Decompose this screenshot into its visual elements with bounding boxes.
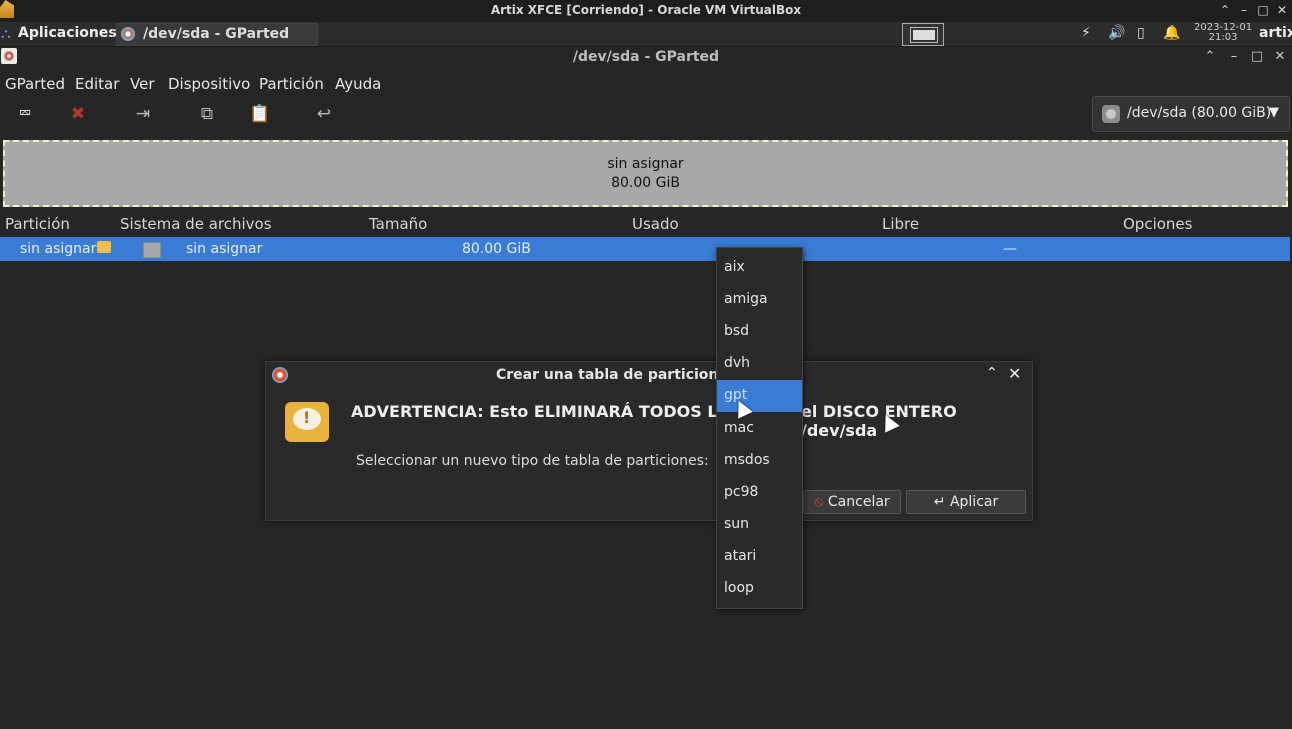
row-options: — [1003,241,1017,257]
virtualbox-titlebar: Artix XFCE [Corriendo] - Oracle VM Virtu… [0,0,1292,22]
option-label: amiga [724,291,768,307]
vbox-close-button[interactable]: ✕ [1275,3,1289,17]
vbox-maximize-button[interactable]: □ [1256,3,1270,17]
vbox-minimize-button[interactable]: – [1237,3,1251,17]
filesystem-color-swatch [143,242,161,258]
apply-label: Aplicar [949,494,999,510]
partition-table-header: Partición Sistema de archivos Tamaño Usa… [0,212,1292,236]
taskbar-gparted-label: /dev/sda - GParted [143,26,290,42]
option-label: aix [724,259,745,275]
option-aix[interactable]: aix [717,252,802,284]
window-maximize-button[interactable]: □ [1249,49,1265,64]
row-size: 80.00 GiB [462,241,531,257]
dialog-collapse-button[interactable]: ⌃ [986,365,998,381]
chevron-down-icon: ▼ [1269,105,1279,120]
volume-icon[interactable]: 🔊 [1108,25,1125,41]
disk-icon [1102,105,1120,123]
partition-table-type-dropdown: aix amiga bsd dvh gpt mac msdos pc98 sun… [716,247,803,609]
user-label[interactable]: artix [1259,25,1292,41]
column-libre[interactable]: Libre [882,215,919,233]
row-partition: sin asignar [20,241,97,257]
device-selector[interactable]: /dev/sda (80.00 GiB) ▼ [1092,96,1290,132]
column-sistema-archivos[interactable]: Sistema de archivos [120,215,272,233]
xfce-menu-icon: ⛬ [1,26,11,42]
option-bsd[interactable]: bsd [717,316,802,348]
option-mac[interactable]: mac [717,413,802,445]
network-icon[interactable]: ⚡ [1081,25,1091,41]
virtualbox-title: Artix XFCE [Corriendo] - Oracle VM Virtu… [490,3,802,17]
delete-icon[interactable]: ✖ [66,104,90,124]
dialog-warning-heading: ADVERTENCIA: Esto ELIMINARÁ TODOS LOS [351,402,743,421]
panel-clock[interactable]: 2023-12-01 21:03 [1194,23,1252,43]
apply-button[interactable]: ↵ Aplicar [906,490,1026,514]
dialog-close-button[interactable]: ✕ [1008,364,1021,383]
taskbar-gparted-button[interactable]: /dev/sda - GParted [116,23,318,46]
battery-icon[interactable]: ▯ [1137,25,1145,41]
option-atari[interactable]: atari [717,541,802,573]
menu-particion[interactable]: Partición [259,75,324,93]
option-amiga[interactable]: amiga [717,284,802,316]
gparted-dialog-icon [272,367,288,383]
option-label: pc98 [724,484,759,500]
option-pc98[interactable]: pc98 [717,477,802,509]
row-filesystem: sin asignar [186,241,263,257]
option-msdos[interactable]: msdos [717,445,802,477]
column-tamano[interactable]: Tamaño [369,215,427,233]
new-partition-icon[interactable]: ⮹ [13,104,37,124]
disk-map-label: sin asignar [607,156,684,172]
clock-time: 21:03 [1208,32,1238,43]
applications-menu-button[interactable]: ⛬ Aplicaciones [0,22,117,46]
copy-icon[interactable]: ⧉ [195,104,219,124]
notification-bell-icon[interactable]: 🔔 [1163,25,1180,41]
window-minimize-button[interactable]: – [1226,49,1242,64]
column-opciones[interactable]: Opciones [1123,215,1192,233]
applications-menu-label: Aplicaciones [18,25,117,41]
disk-map-unallocated[interactable]: sin asignar 80.00 GiB [3,140,1288,207]
menu-ver[interactable]: Ver [130,75,155,93]
warning-icon: ! [285,402,329,442]
option-sun[interactable]: sun [717,509,802,541]
option-loop[interactable]: loop [717,573,802,605]
vm-display-icon[interactable] [902,23,944,46]
menubar: GParted Editar Ver Dispositivo Partición… [0,73,1292,97]
xfce-panel: ⛬ Aplicaciones ⋮ /dev/sda - GParted ⚡ 🔊 … [0,22,1292,47]
device-label: /dev/sda (80.00 GiB) [1127,105,1272,121]
column-usado[interactable]: Usado [632,215,679,233]
paste-icon[interactable]: 📋 [248,104,272,124]
option-label: msdos [724,452,770,468]
option-label: mac [724,420,754,436]
gparted-app-icon [121,27,135,41]
menu-dispositivo[interactable]: Dispositivo [168,75,250,93]
option-gpt[interactable]: gpt [717,380,802,412]
cancel-icon: ⦸ [814,494,824,510]
option-label: dvh [724,355,751,371]
apply-icon: ↵ [933,494,946,510]
cancel-button[interactable]: ⦸ Cancelar [803,490,901,514]
warning-mark: ! [303,408,311,427]
menu-editar[interactable]: Editar [75,75,119,93]
option-label: atari [724,548,757,564]
table-row[interactable]: sin asignar sin asignar 80.00 GiB — [0,237,1290,261]
undo-icon[interactable]: ↩ [312,104,336,124]
resize-move-icon[interactable]: ⇥ [131,104,155,124]
menu-ayuda[interactable]: Ayuda [335,75,381,93]
gparted-titlebar: /dev/sda - GParted ⌃ – □ ✕ [0,47,1292,69]
option-label: loop [724,580,754,596]
disk-map-size: 80.00 GiB [611,175,680,191]
vm-screen-shape [910,27,938,43]
dialog-subtitle: Seleccionar un nuevo tipo de tabla de pa… [356,453,709,469]
menu-gparted[interactable]: GParted [5,75,65,93]
create-partition-table-dialog: Crear una tabla de particiones en ⌃ ✕ ! … [265,361,1033,521]
column-particion[interactable]: Partición [5,215,70,233]
window-collapse-button[interactable]: ⌃ [1202,49,1218,64]
dialog-warning-heading-end: el DISCO ENTERO /dev/sda [801,402,957,440]
window-close-button[interactable]: ✕ [1272,49,1288,64]
warning-icon [97,241,111,253]
option-label: bsd [724,323,750,339]
option-label: sun [724,516,750,532]
gparted-window-title: /dev/sda - GParted [572,49,720,65]
option-dvh[interactable]: dvh [717,348,802,380]
cancel-label: Cancelar [827,494,890,510]
vbox-collapse-button[interactable]: ⌃ [1218,3,1232,17]
